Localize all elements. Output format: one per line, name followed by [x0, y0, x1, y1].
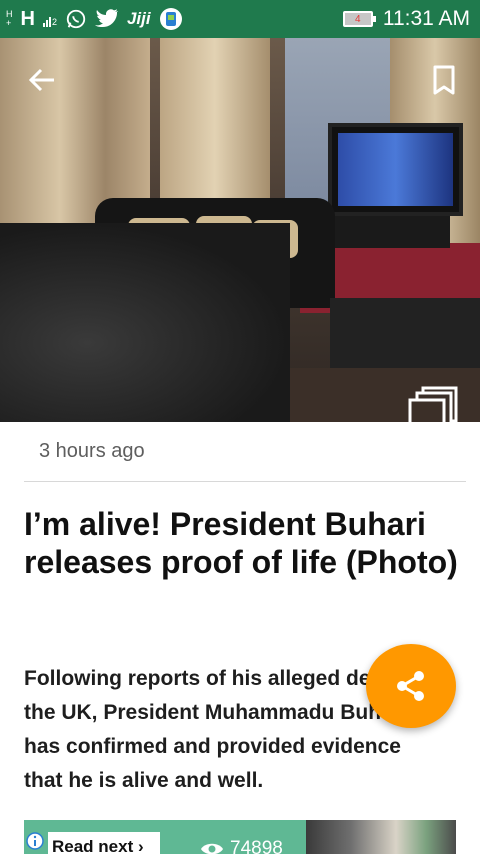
- share-icon: [397, 671, 424, 701]
- article-title: I’m alive! President Buhari releases pro…: [24, 506, 458, 580]
- whatsapp-icon: [66, 9, 86, 29]
- article-time: 3 hours ago: [39, 440, 145, 462]
- signal-icon: 2: [42, 11, 57, 27]
- gallery-icon[interactable]: [408, 386, 458, 422]
- jiji-label: Jiji: [126, 9, 151, 28]
- view-count-value: 74898: [230, 838, 283, 854]
- read-next-label: Read next: [52, 837, 134, 854]
- article-hero-image[interactable]: [0, 38, 480, 422]
- network-small-bottom: +: [6, 18, 12, 28]
- network-type-small-icon: H +: [6, 10, 13, 28]
- bookmark-icon[interactable]: [430, 64, 458, 96]
- hero-tv: [328, 123, 463, 216]
- status-bar: H + H 2 Jiji 4 11:31 AM: [0, 0, 480, 38]
- hero-person: [0, 223, 290, 422]
- info-icon[interactable]: [26, 832, 44, 850]
- hero-tv-screen: [338, 133, 453, 206]
- read-next-thumbnail[interactable]: [306, 820, 456, 854]
- back-arrow-icon[interactable]: [26, 64, 58, 96]
- view-count: 74898: [200, 838, 283, 854]
- battery-level: 4: [355, 13, 361, 25]
- signal-number: 2: [51, 17, 57, 27]
- battery-icon: 4: [342, 11, 376, 27]
- divider: [24, 481, 466, 482]
- read-next-button[interactable]: Read next ›: [48, 832, 160, 854]
- hero-table: [330, 298, 480, 378]
- status-time: 11:31 AM: [382, 7, 470, 30]
- read-next-card[interactable]: Read next › 74898: [24, 820, 306, 854]
- twitter-icon: [94, 9, 118, 27]
- share-button[interactable]: [366, 644, 456, 728]
- network-type-label: H: [20, 7, 35, 30]
- eye-icon: [201, 843, 223, 854]
- chevron-right-icon: ›: [137, 837, 144, 854]
- app-notification-icon: [159, 8, 182, 30]
